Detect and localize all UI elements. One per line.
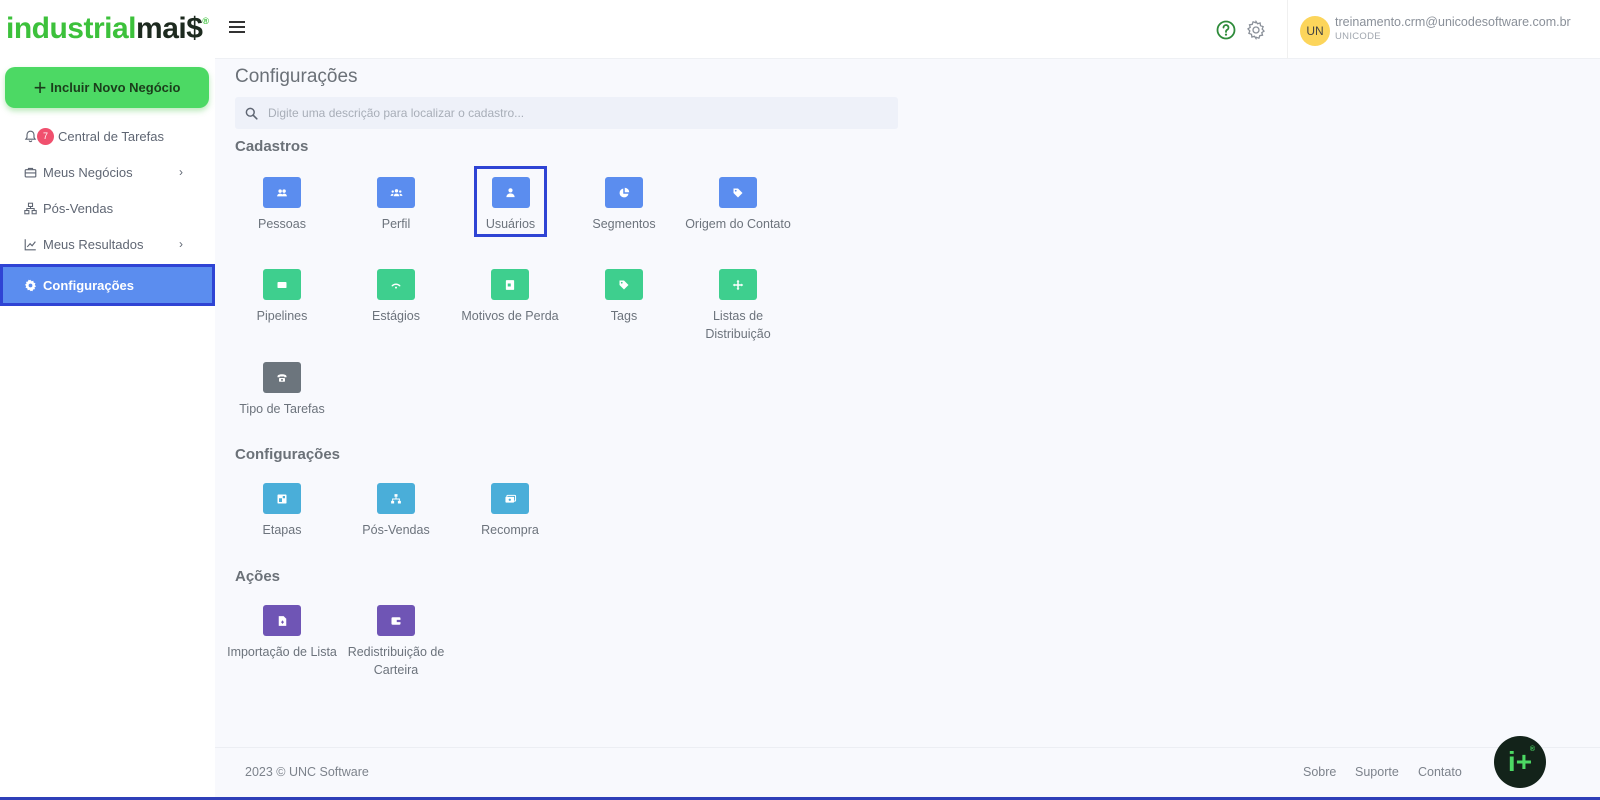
sidebar-item-meus-negocios[interactable]: Meus Negócios › xyxy=(0,154,215,190)
tile-label: Listas de Distribuição xyxy=(705,309,771,341)
tile-importacao-de-lista[interactable]: Importação de Lista xyxy=(225,605,339,661)
phone-icon xyxy=(263,362,301,393)
new-deal-label: Incluir Novo Negócio xyxy=(50,80,181,95)
tile-label: Estágios xyxy=(372,309,420,323)
tile-tags[interactable]: Tags xyxy=(567,269,681,325)
money-icon xyxy=(491,483,529,514)
sidebar: industrialmai$® + Incluir Novo Negócio 7… xyxy=(0,0,215,800)
user-menu[interactable]: UN treinamento.crm@unicodesoftware.com.b… xyxy=(1287,0,1587,59)
section-title-cadastros: Cadastros xyxy=(235,138,309,155)
tile-recompra[interactable]: Recompra xyxy=(453,483,567,539)
tile-perfil[interactable]: Perfil xyxy=(339,177,453,233)
tile-usuarios[interactable]: Usuários xyxy=(474,166,547,237)
users-icon xyxy=(263,177,301,208)
sitemap-icon xyxy=(377,483,415,514)
tile-label: Origem do Contato xyxy=(685,217,791,231)
sidebar-item-label: Meus Negócios xyxy=(43,164,133,180)
tag-icon xyxy=(719,177,757,208)
hamburger-menu-icon[interactable] xyxy=(229,21,245,35)
arrows-icon xyxy=(719,269,757,300)
avatar: UN xyxy=(1300,16,1330,46)
fab-label: i+ xyxy=(1507,746,1533,777)
section-title-configuracoes: Configurações xyxy=(235,446,341,463)
tile-label: Segmentos xyxy=(592,217,656,231)
bell-icon xyxy=(23,129,37,143)
tile-motivos-de-perda[interactable]: Motivos de Perda xyxy=(453,269,567,325)
user-organization: UNICODE xyxy=(1335,31,1381,42)
top-bar: UN treinamento.crm@unicodesoftware.com.b… xyxy=(215,0,1600,59)
sitemap-icon xyxy=(23,201,37,215)
group-icon xyxy=(377,177,415,208)
sidebar-item-meus-resultados[interactable]: Meus Resultados › xyxy=(0,226,215,262)
logo-text-secondary: mai$ xyxy=(136,12,203,45)
signal-icon xyxy=(377,269,415,300)
tile-segmentos[interactable]: Segmentos xyxy=(567,177,681,233)
pie-chart-icon xyxy=(605,177,643,208)
tile-listas-de-distribuicao[interactable]: Listas de Distribuição xyxy=(681,269,795,343)
logo-registered-mark: ® xyxy=(202,16,209,26)
settings-gear-icon[interactable] xyxy=(1246,20,1266,40)
footer-copyright: 2023 © UNC Software xyxy=(245,765,369,779)
chevron-right-icon: › xyxy=(179,237,183,251)
footer-link-suporte[interactable]: Suporte xyxy=(1355,765,1399,779)
brand-logo[interactable]: industrialmai$® xyxy=(6,12,209,48)
layout-icon xyxy=(263,483,301,514)
sidebar-nav: 7 Central de Tarefas Meus Negócios › Pós… xyxy=(0,118,215,306)
search-bar[interactable] xyxy=(235,97,898,129)
help-icon[interactable] xyxy=(1216,20,1236,40)
footer-link-sobre[interactable]: Sobre xyxy=(1303,765,1336,779)
logo-text-primary: industrial xyxy=(6,12,137,45)
wallet-icon xyxy=(377,605,415,636)
search-icon xyxy=(245,107,258,120)
sidebar-item-label: Central de Tarefas xyxy=(58,128,164,144)
tile-label: Pessoas xyxy=(258,217,306,231)
tile-label: Motivos de Perda xyxy=(461,309,559,323)
tag-icon xyxy=(605,269,643,300)
footer-link-contato[interactable]: Contato xyxy=(1418,765,1462,779)
tile-label: Recompra xyxy=(481,523,539,537)
tile-label: Pós-Vendas xyxy=(362,523,430,537)
tile-label: Etapas xyxy=(262,523,302,537)
page-title: Configurações xyxy=(235,66,358,87)
user-email: treinamento.crm@unicodesoftware.com.br xyxy=(1335,15,1571,29)
sidebar-item-label: Meus Resultados xyxy=(43,236,144,252)
sidebar-item-pos-vendas[interactable]: Pós-Vendas xyxy=(0,190,215,226)
user-icon xyxy=(491,177,530,208)
tile-pessoas[interactable]: Pessoas xyxy=(225,177,339,233)
tile-label: Tags xyxy=(610,309,638,323)
tile-pipelines[interactable]: Pipelines xyxy=(225,269,339,325)
tile-estagios[interactable]: Estágios xyxy=(339,269,453,325)
briefcase-icon xyxy=(23,165,37,179)
footer: 2023 © UNC Software Sobre Suporte Contat… xyxy=(215,747,1600,800)
section-title-acoes: Ações xyxy=(235,568,281,585)
tile-label: Pipelines xyxy=(256,309,308,323)
fab-registered-mark: ® xyxy=(1529,746,1535,753)
chevron-right-icon: › xyxy=(179,165,183,179)
tile-label: Usuários xyxy=(485,217,536,231)
gear-icon xyxy=(23,278,37,292)
tile-label: Tipo de Tarefas xyxy=(239,402,325,416)
tile-tipo-de-tarefas[interactable]: Tipo de Tarefas xyxy=(225,362,339,418)
tile-etapas[interactable]: Etapas xyxy=(225,483,339,539)
sidebar-item-configuracoes[interactable]: Configurações xyxy=(0,264,215,306)
tile-label: Importação de Lista xyxy=(227,645,337,659)
sidebar-item-label: Configurações xyxy=(43,277,135,293)
plus-icon: + xyxy=(33,74,47,100)
sidebar-item-label: Pós-Vendas xyxy=(43,200,114,216)
file-import-icon xyxy=(263,605,301,636)
task-count-badge: 7 xyxy=(37,127,54,145)
document-icon xyxy=(491,269,529,300)
sidebar-item-central-de-tarefas[interactable]: 7 Central de Tarefas xyxy=(0,118,215,154)
columns-icon xyxy=(263,269,301,300)
chart-line-icon xyxy=(23,237,37,251)
tile-label: Redistribuição de Carteira xyxy=(347,645,445,677)
tile-origem-do-contato[interactable]: Origem do Contato xyxy=(681,177,795,233)
tile-redistribuicao-de-carteira[interactable]: Redistribuição de Carteira xyxy=(339,605,453,679)
chat-assistant-button[interactable]: i+ ® xyxy=(1494,736,1546,788)
tile-label: Perfil xyxy=(381,217,411,231)
tile-pos-vendas[interactable]: Pós-Vendas xyxy=(339,483,453,539)
search-input[interactable] xyxy=(268,106,868,120)
new-deal-button[interactable]: + Incluir Novo Negócio xyxy=(5,67,209,108)
